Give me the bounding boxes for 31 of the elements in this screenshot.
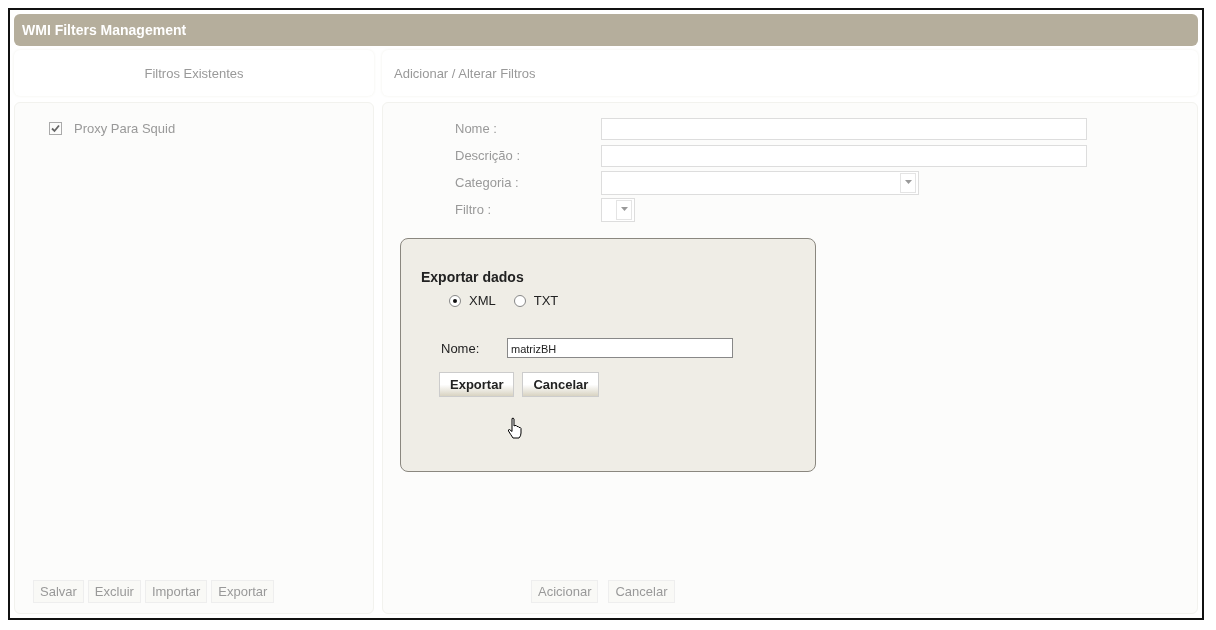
- panel-heading: Adicionar / Alterar Filtros: [382, 50, 1198, 96]
- checkbox[interactable]: [49, 122, 62, 135]
- action-button[interactable]: Exportar: [211, 580, 275, 603]
- radio-label: TXT: [533, 293, 559, 308]
- chevron-down-icon: [620, 207, 628, 212]
- window-title: WMI Filters Management: [14, 14, 1198, 46]
- radio-button[interactable]: [513, 294, 526, 307]
- dialog-title: Exportar dados: [421, 269, 525, 285]
- field-label: Descrição :: [455, 148, 522, 163]
- filter-name: Proxy Para Squid: [74, 121, 176, 136]
- radio-button[interactable]: [449, 294, 461, 307]
- action-button[interactable]: Excluir: [87, 580, 141, 603]
- dialog-button[interactable]: Cancelar: [522, 372, 600, 397]
- dialog-button[interactable]: Exportar: [439, 372, 515, 397]
- input-field[interactable]: [601, 117, 1087, 140]
- action-button[interactable]: Acicionar: [531, 580, 599, 603]
- dropdown[interactable]: [601, 197, 635, 222]
- radio-label: XML: [469, 293, 496, 308]
- panel-heading: Filtros Existentes: [14, 50, 374, 96]
- field-label: Nome :: [455, 121, 498, 136]
- action-button[interactable]: Importar: [144, 580, 208, 603]
- dropdown[interactable]: [601, 170, 919, 195]
- input-field[interactable]: [601, 144, 1087, 167]
- action-button[interactable]: Salvar: [33, 580, 84, 603]
- chevron-down-icon: [904, 180, 912, 185]
- action-button[interactable]: Cancelar: [608, 580, 675, 603]
- field-label: Filtro :: [455, 202, 493, 217]
- field-label: Categoria :: [455, 175, 520, 190]
- field-label: Nome:: [441, 340, 481, 356]
- name-field[interactable]: matrizBH: [507, 338, 733, 358]
- hand-cursor-icon: [507, 417, 523, 439]
